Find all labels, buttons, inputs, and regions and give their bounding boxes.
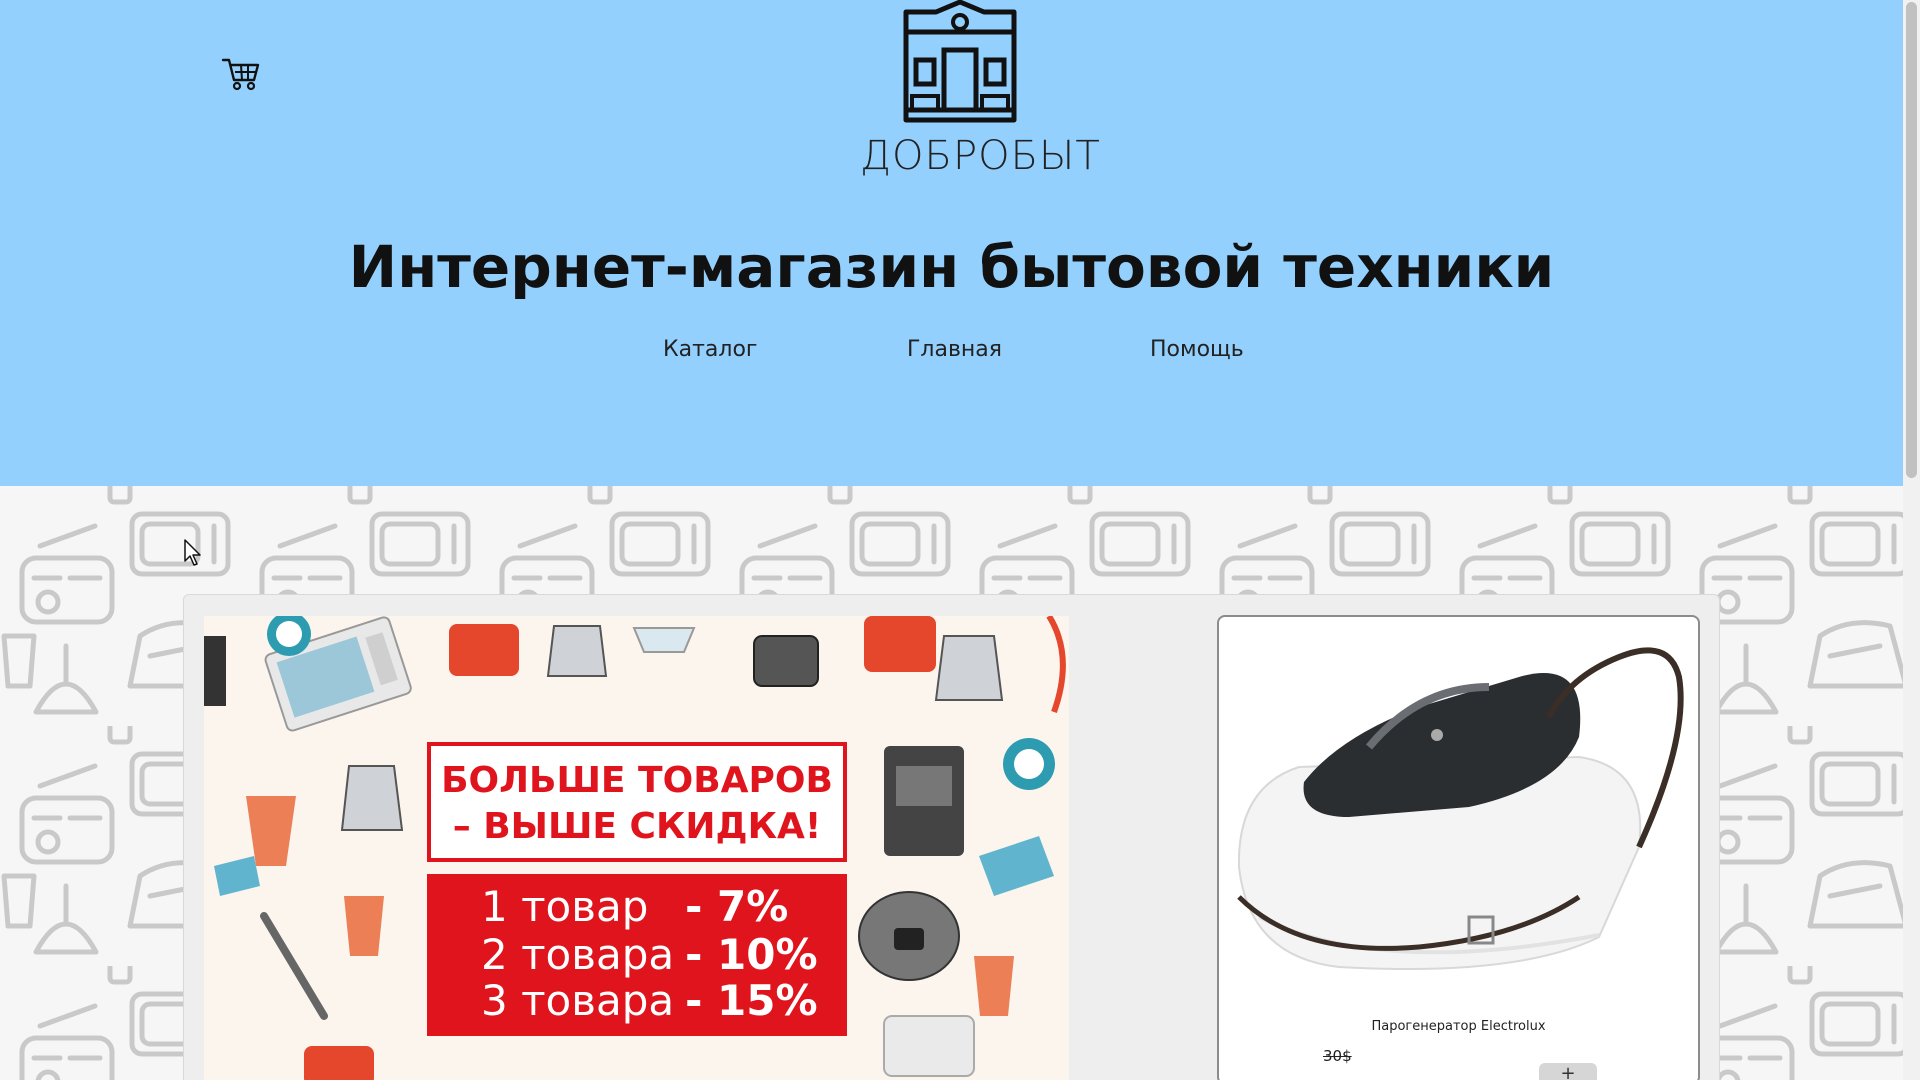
- product-name[interactable]: Парогенератор Electrolux: [1219, 1019, 1698, 1034]
- promo-tier-discount: - 7%: [685, 882, 789, 931]
- promo-tier-label: 3 товара: [481, 976, 675, 1025]
- main-nav: Каталог Главная Помощь: [0, 334, 1903, 366]
- mouse-cursor-icon: [184, 539, 202, 567]
- scrollbar-thumb[interactable]: [1906, 2, 1917, 478]
- promo-tier-discount: - 10%: [685, 930, 818, 979]
- add-to-cart-button[interactable]: +: [1539, 1063, 1597, 1080]
- house-logo-icon: [898, 0, 1022, 124]
- promo-tier-discount: - 15%: [685, 976, 818, 1025]
- nav-item-catalog[interactable]: Каталог: [663, 334, 757, 366]
- nav-item-help[interactable]: Помощь: [1150, 334, 1244, 366]
- promo-headline-1: БОЛЬШЕ ТОВАРОВ: [441, 760, 833, 801]
- promo-banner[interactable]: БОЛЬШЕ ТОВАРОВ – ВЫШЕ СКИДКА! 1 товар - …: [204, 616, 1069, 1080]
- promo-discount-box: 1 товар - 7% 2 товара - 10% 3 товара - 1…: [427, 874, 847, 1036]
- cart-icon[interactable]: [220, 52, 262, 94]
- promo-headline-box: БОЛЬШЕ ТОВАРОВ – ВЫШЕ СКИДКА!: [427, 742, 847, 862]
- site-logo[interactable]: ДОБРОБЫТ: [860, 0, 1101, 180]
- product-old-price: 30$: [1323, 1047, 1352, 1065]
- page-title: Интернет-магазин бытовой техники: [348, 233, 1555, 301]
- vertical-scrollbar[interactable]: [1903, 0, 1920, 1080]
- promo-tier-label: 2 товара: [481, 930, 675, 979]
- product-card[interactable]: Парогенератор Electrolux 30$ +: [1217, 615, 1700, 1080]
- nav-item-home[interactable]: Главная: [907, 334, 1002, 366]
- steam-generator-image: [1237, 647, 1684, 970]
- site-header: ДОБРОБЫТ Интернет-магазин бытовой техник…: [0, 0, 1903, 486]
- logo-text: ДОБРОБЫТ: [860, 133, 1101, 179]
- page-viewport: ДОБРОБЫТ Интернет-магазин бытовой техник…: [0, 0, 1903, 1080]
- promo-tier-label: 1 товар: [481, 882, 649, 931]
- promo-headline-2: – ВЫШЕ СКИДКА!: [452, 806, 822, 847]
